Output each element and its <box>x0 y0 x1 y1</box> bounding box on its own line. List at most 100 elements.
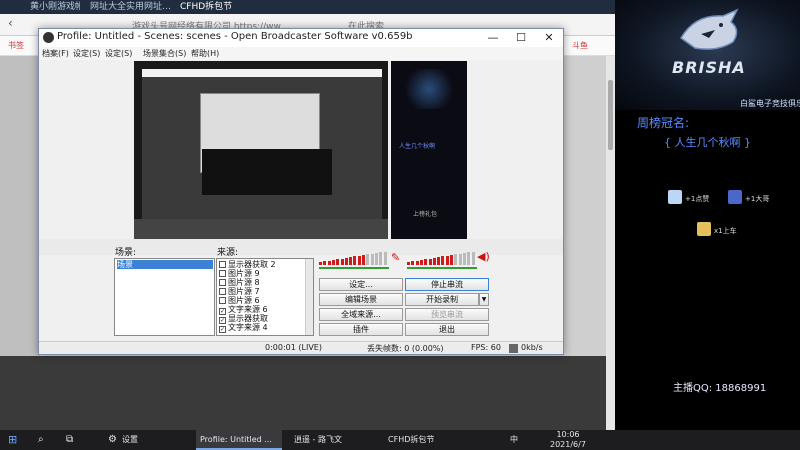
obs-logo-icon <box>43 32 54 43</box>
meter-bar <box>319 262 322 265</box>
sources-list[interactable]: 显示器获取 2 图片源 9 图片源 8 图片源 7 图片源 6 ✓ 文字来源 6 … <box>216 258 314 336</box>
task-view-icon[interactable]: ⧉ <box>66 430 73 450</box>
menu-file[interactable]: 档案(F) <box>42 48 69 59</box>
maximize-icon[interactable]: ☐ <box>507 30 535 46</box>
team-logo-text: BRISHA <box>672 58 746 77</box>
meter-bar <box>336 259 340 265</box>
source-item[interactable]: 图片源 8 <box>219 278 260 287</box>
meter-bar <box>471 251 475 265</box>
gift-car-icon <box>697 222 711 236</box>
source-item[interactable]: 图片源 7 <box>219 287 260 296</box>
recording-dropdown-icon[interactable]: ▼ <box>479 293 489 306</box>
menu-settings[interactable]: 设定(S) <box>73 48 100 59</box>
taskbar-settings[interactable]: 设置 <box>122 430 138 450</box>
desktop-volume-slider[interactable] <box>319 267 389 269</box>
meter-bar <box>411 261 415 265</box>
back-icon[interactable]: ‹ <box>8 16 13 30</box>
browser-tab[interactable]: 网址大全实用网址… <box>90 0 170 14</box>
minimize-icon[interactable]: — <box>479 30 507 46</box>
taskbar-clock[interactable]: 10:06 2021/6/7 <box>550 430 586 450</box>
cam-rank-text: 人生几个秋啊 <box>399 143 436 150</box>
start-recording-button[interactable]: 开始录制 <box>405 293 479 306</box>
menu-scene-collection[interactable]: 场景集合(S) <box>143 48 186 59</box>
browser-tab[interactable]: 黄小刚游戏帐… <box>30 0 80 14</box>
source-checkbox[interactable] <box>219 297 226 304</box>
meter-bar <box>458 253 462 265</box>
meter-bar <box>340 258 344 265</box>
source-item[interactable]: 显示器获取 2 <box>219 260 276 269</box>
meter-bar <box>379 252 383 265</box>
dropped-frames: 丢失帧数: 0 (0.00%) <box>367 344 444 353</box>
meter-bar <box>323 261 327 265</box>
source-checkbox[interactable] <box>219 261 226 268</box>
meter-bar <box>428 258 432 265</box>
gift-bro-icon <box>728 190 742 204</box>
meter-bar <box>344 257 348 265</box>
source-item[interactable]: 图片源 9 <box>219 269 260 278</box>
meter-bar <box>424 259 428 265</box>
obs-window: Profile: Untitled - Scenes: scenes - Ope… <box>38 28 564 355</box>
sources-label: 来源: <box>217 248 239 258</box>
meter-bar <box>370 253 374 265</box>
settings-button[interactable]: 设定... <box>319 278 403 291</box>
taskbar-search-icon[interactable]: ⌕ <box>38 430 44 450</box>
mic-speaker-icon[interactable]: ◀) <box>477 250 490 263</box>
meter-bar <box>419 259 423 265</box>
team-subtitle: 白鲨电子竞技俱乐部 <box>740 99 800 108</box>
scene-item[interactable]: 场景 <box>117 260 213 269</box>
source-checkbox[interactable] <box>219 288 226 295</box>
weekly-rank-title: 周榜冠名: <box>637 116 690 130</box>
menu-help[interactable]: 帮助(H) <box>191 48 219 59</box>
settings-gear-icon[interactable]: ⚙ <box>108 430 117 450</box>
source-item[interactable]: 图片源 6 <box>219 296 260 305</box>
menu-settings-2[interactable]: 设定(S) <box>105 48 132 59</box>
bitrate-indicator <box>509 344 518 353</box>
meter-bar <box>327 260 331 265</box>
stream-preview <box>134 61 388 239</box>
global-sources-button[interactable]: 全域来源... <box>319 308 403 321</box>
meter-bar <box>462 252 466 265</box>
obs-window-title: Profile: Untitled - Scenes: scenes - Ope… <box>57 31 413 42</box>
source-checkbox[interactable]: ✓ <box>219 326 226 333</box>
source-item[interactable]: ✓ 文字来源 6 <box>219 305 268 315</box>
preview-nested-dark <box>202 149 332 195</box>
preview-bottom-strip <box>134 219 388 239</box>
meter-bar <box>454 254 458 265</box>
bookmark-item[interactable]: 斗鱼 <box>572 40 588 51</box>
plugins-button[interactable]: 插件 <box>319 323 403 336</box>
meter-bar <box>353 256 357 265</box>
taskbar-cfhd[interactable]: CFHD拆包节 <box>384 430 464 450</box>
preview-stream-button[interactable]: 预览串流 <box>405 308 489 321</box>
browser-tab-active[interactable]: CFHD拆包节 <box>180 0 260 14</box>
stop-streaming-button[interactable]: 停止串流 <box>405 278 489 291</box>
source-checkbox[interactable] <box>219 279 226 286</box>
taskbar-browser[interactable]: 逍遥 - 路飞文 <box>290 430 374 450</box>
bookmark-item[interactable]: 书签 <box>8 40 24 51</box>
meter-bar <box>362 255 365 265</box>
taskbar-obs[interactable]: Profile: Untitled ... <box>196 430 282 450</box>
source-checkbox[interactable] <box>219 270 226 277</box>
meter-bar <box>374 252 378 265</box>
source-item[interactable]: ✓ 文字来源 4 <box>219 323 268 333</box>
desktop-speaker-icon[interactable]: ✎ <box>391 251 400 264</box>
meter-bar <box>437 257 441 265</box>
meter-bar <box>383 251 387 265</box>
desktop: 黄小刚游戏帐… 网址大全实用网址… CFHD拆包节 ‹ 游戏头号网经络有限公司 … <box>0 0 800 450</box>
gift-bro-label: +1大哥 <box>745 195 770 203</box>
browser-scroll-thumb[interactable] <box>608 80 613 150</box>
cam-overlay-preview: 人生几个秋啊 上榜礼包 <box>391 61 467 239</box>
mic-volume-slider[interactable] <box>407 267 477 269</box>
meter-bar <box>331 259 335 265</box>
obs-titlebar[interactable]: Profile: Untitled - Scenes: scenes - Ope… <box>39 29 563 47</box>
exit-button[interactable]: 退出 <box>405 323 489 336</box>
scenes-list[interactable]: 场景 <box>114 258 215 336</box>
edit-scene-button[interactable]: 编辑场景 <box>319 293 403 306</box>
taskbar: ⊞ ⌕ ⧉ ⚙ 设置 Profile: Untitled ... 逍遥 - 路飞… <box>0 430 800 450</box>
source-item[interactable]: ✓ 显示器获取 <box>219 314 268 324</box>
sources-scrollbar[interactable] <box>305 259 313 335</box>
close-icon[interactable]: ✕ <box>535 30 563 46</box>
web-left-strip <box>0 56 40 356</box>
ime-indicator[interactable]: 中 <box>510 430 518 450</box>
windows-start-icon[interactable]: ⊞ <box>8 430 17 450</box>
shark-logo-icon <box>680 8 739 50</box>
